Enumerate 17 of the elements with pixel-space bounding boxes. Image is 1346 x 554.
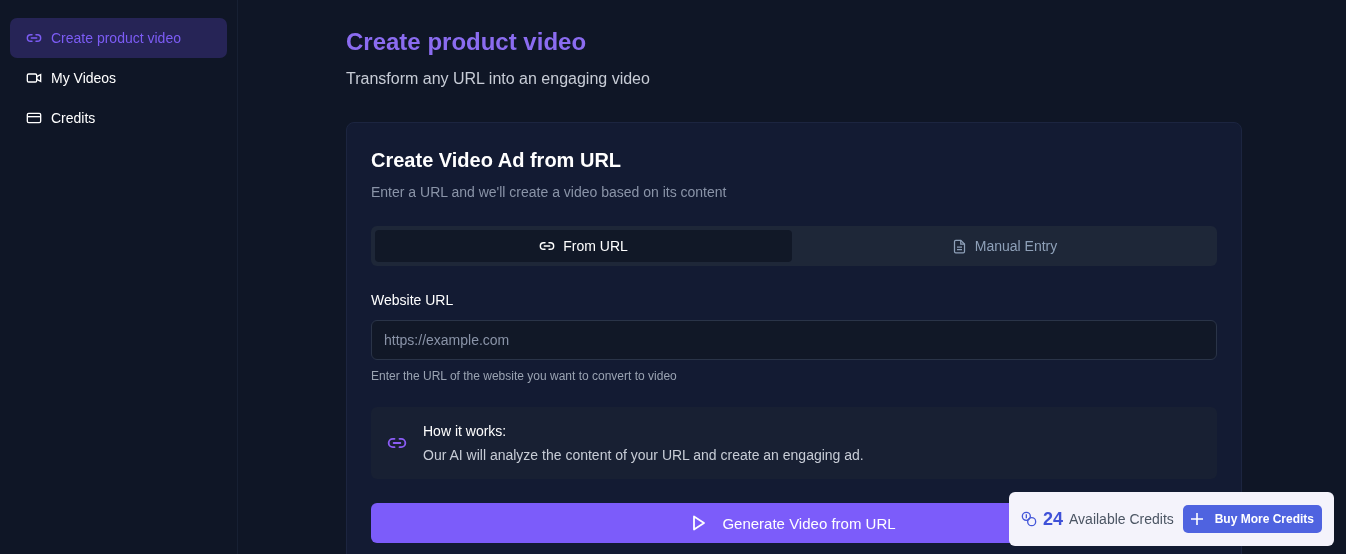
credits-label: Available Credits [1069,511,1174,527]
tab[interactable]: Manual Entry [796,230,1213,262]
sidebar-item[interactable]: My Videos [10,58,227,98]
info-title: How it works: [423,423,508,439]
field-label: Website URL [371,292,455,308]
url-input-field[interactable]: https://example.com [371,320,1217,360]
page-title: Create product video [346,28,588,56]
buy-credits-button[interactable]: Buy More Credits [1182,505,1322,533]
credit-count: 24 [1043,508,1064,530]
card-subtitle: Enter a URL and we'll create a video based on its content [371,184,728,200]
card-title: Create Video Ad from URL [371,149,623,172]
page-subtitle: Transform any URL into an engaging video [346,70,651,88]
tab[interactable]: From URL [375,230,792,262]
sidebar-item[interactable]: Create product video [10,18,227,58]
field-help-text: Enter the URL of the website you want to convert to video [371,369,678,383]
info-text: Our AI will analyze the content of your URL and create an engaging ad. [423,447,864,463]
sidebar-item[interactable]: Credits [10,98,227,138]
